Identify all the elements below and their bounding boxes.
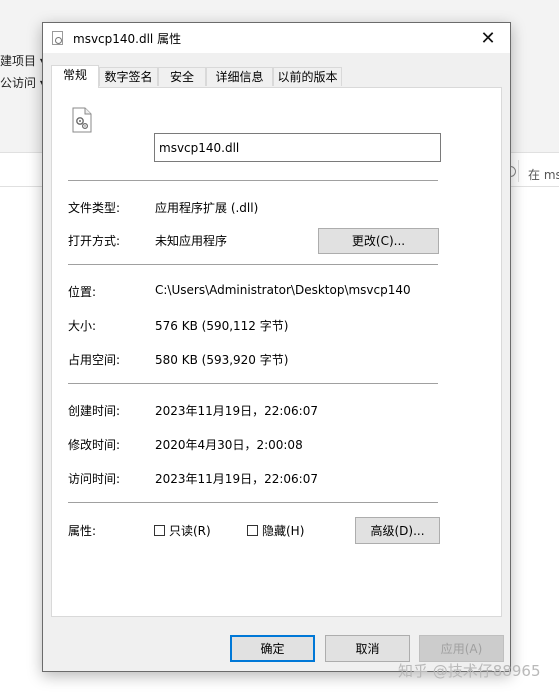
size-value: 576 KB (590,112 字节) bbox=[155, 319, 289, 333]
properties-dialog: msvcp140.dll 属性 ✕ 常规 数字签名 安全 详细信息 以前的版本 … bbox=[42, 22, 511, 672]
readonly-label: 只读(R) bbox=[169, 523, 211, 538]
divider bbox=[68, 383, 438, 384]
dialog-title: msvcp140.dll 属性 bbox=[73, 32, 182, 46]
location-value: C:\Users\Administrator\Desktop\msvcp140 bbox=[155, 283, 411, 297]
ribbon-new-item[interactable]: 建项目 ▾ bbox=[0, 52, 46, 69]
accessed-label: 访问时间: bbox=[68, 472, 121, 486]
file-type-label: 文件类型: bbox=[68, 201, 121, 215]
hidden-label: 隐藏(H) bbox=[262, 523, 305, 538]
tab-details[interactable]: 详细信息 bbox=[206, 67, 273, 86]
dll-file-gear-icon bbox=[72, 107, 92, 133]
ok-button[interactable]: 确定 bbox=[230, 635, 315, 662]
file-name-field[interactable] bbox=[154, 133, 441, 162]
ribbon-easy-access[interactable]: 公访问 ▾ bbox=[0, 74, 46, 91]
modified-value: 2020年4月30日，2:00:08 bbox=[155, 438, 303, 452]
modified-label: 修改时间: bbox=[68, 438, 121, 452]
divider bbox=[68, 264, 438, 265]
apply-button[interactable]: 应用(A) bbox=[419, 635, 504, 662]
location-label: 位置: bbox=[68, 285, 97, 299]
size-on-disk-value: 580 KB (593,920 字节) bbox=[155, 353, 289, 367]
general-tab-panel: 文件类型: 应用程序扩展 (.dll) 打开方式: 未知应用程序 更改(C)..… bbox=[51, 87, 502, 617]
tab-security[interactable]: 安全 bbox=[158, 67, 206, 86]
close-icon[interactable]: ✕ bbox=[466, 23, 510, 53]
search-box-hint[interactable]: 在 ms bbox=[528, 166, 559, 183]
divider bbox=[68, 180, 438, 181]
advanced-button[interactable]: 高级(D)... bbox=[355, 517, 440, 544]
opens-with-label: 打开方式: bbox=[68, 234, 121, 248]
change-button[interactable]: 更改(C)... bbox=[318, 228, 439, 254]
attributes-label: 属性: bbox=[68, 524, 97, 538]
hidden-checkbox[interactable]: 隐藏(H) bbox=[247, 522, 304, 538]
opens-with-value: 未知应用程序 bbox=[155, 234, 228, 248]
watermark-text: 知乎 @技术仔88965 bbox=[398, 662, 541, 680]
size-on-disk-label: 占用空间: bbox=[68, 353, 121, 367]
readonly-checkbox[interactable]: 只读(R) bbox=[154, 522, 211, 538]
file-type-value: 应用程序扩展 (.dll) bbox=[155, 201, 259, 215]
cancel-button[interactable]: 取消 bbox=[325, 635, 410, 662]
tab-digital-signatures[interactable]: 数字签名 bbox=[99, 67, 158, 86]
created-label: 创建时间: bbox=[68, 404, 121, 418]
tab-general[interactable]: 常规 bbox=[51, 65, 99, 88]
readonly-checkbox-box[interactable] bbox=[154, 524, 165, 536]
size-label: 大小: bbox=[68, 319, 97, 333]
created-value: 2023年11月19日，22:06:07 bbox=[155, 404, 318, 418]
addressbar-separator bbox=[518, 160, 519, 182]
dialog-titlebar[interactable]: msvcp140.dll 属性 ✕ bbox=[43, 23, 510, 53]
tab-previous-versions[interactable]: 以前的版本 bbox=[273, 67, 342, 86]
hidden-checkbox-box[interactable] bbox=[247, 524, 258, 536]
accessed-value: 2023年11月19日，22:06:07 bbox=[155, 472, 318, 486]
dll-file-icon bbox=[52, 31, 63, 45]
divider bbox=[68, 502, 438, 503]
